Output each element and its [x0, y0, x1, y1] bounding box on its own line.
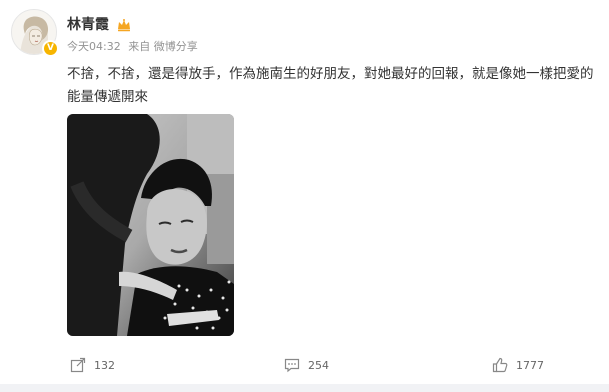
comment-count: 254	[308, 358, 329, 372]
verified-badge-icon	[42, 40, 59, 57]
post-photo[interactable]	[67, 114, 234, 336]
crown-icon[interactable]	[116, 17, 132, 33]
thumbs-up-icon	[492, 357, 508, 373]
share-count: 132	[94, 358, 115, 372]
weibo-post-card: 林青霞 今天04:32 来自 微博分享 不捨，不捨，還是得放手，作為施南生的好朋…	[0, 0, 609, 392]
post-time[interactable]: 今天04:32	[67, 40, 121, 53]
share-icon	[70, 357, 86, 373]
feed-separator	[0, 384, 609, 392]
share-button[interactable]: 132	[70, 349, 115, 381]
post-source: 来自 微博分享	[128, 40, 198, 53]
author-name[interactable]: 林青霞	[67, 16, 109, 34]
comment-button[interactable]: 254	[284, 349, 329, 381]
comment-icon	[284, 358, 300, 373]
bw-photo-image	[67, 114, 234, 336]
action-bar: 132 254 1777	[0, 349, 609, 381]
like-button[interactable]: 1777	[492, 349, 544, 381]
post-meta: 今天04:32 来自 微博分享	[67, 40, 202, 54]
post-text: 不捨，不捨，還是得放手，作為施南生的好朋友，對她最好的回報，就是像她一樣把愛的能…	[67, 66, 594, 105]
like-count: 1777	[516, 358, 544, 372]
